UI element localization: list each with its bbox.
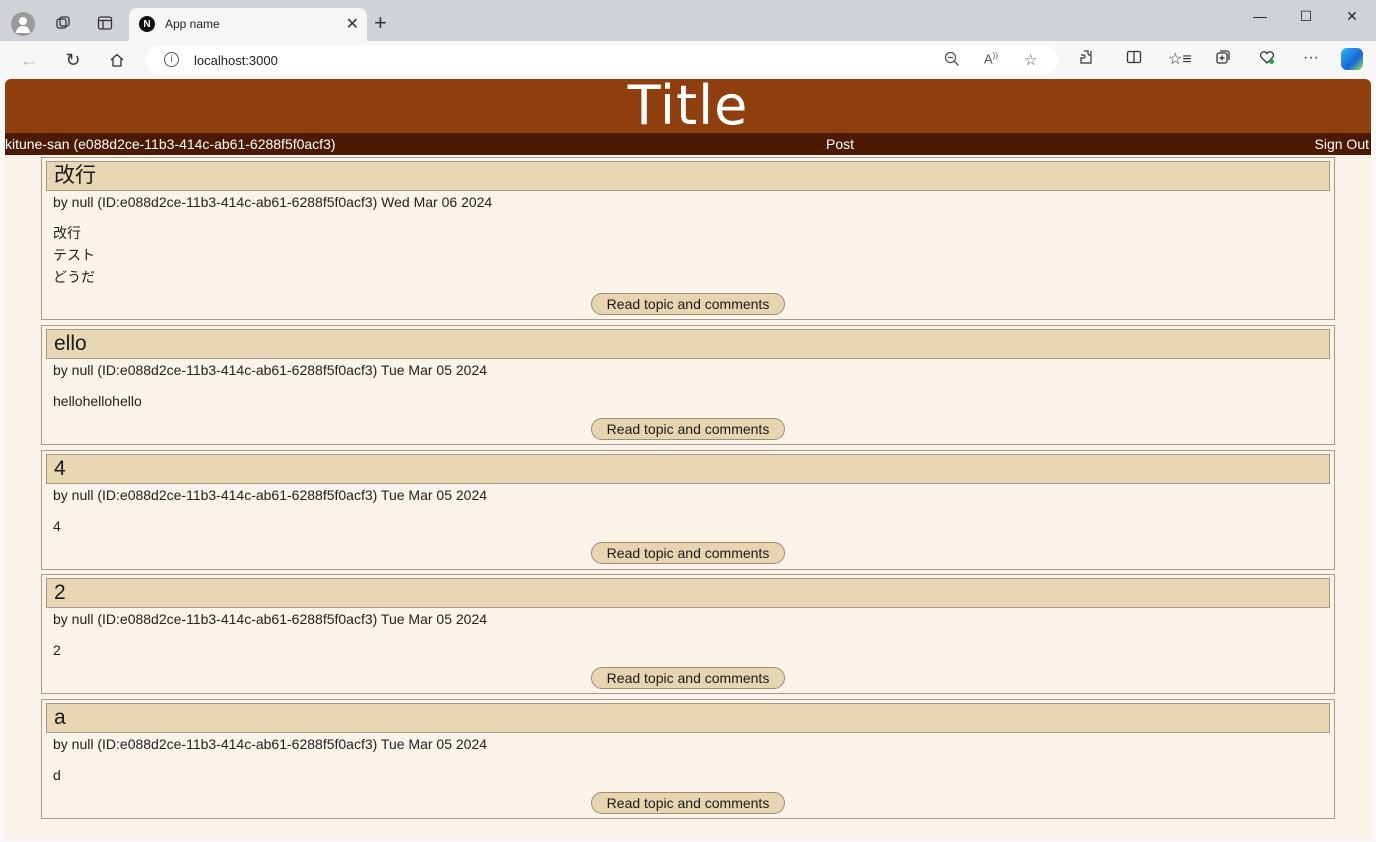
close-window-icon[interactable]: ✕: [1329, 4, 1375, 28]
site-title: Title: [627, 79, 749, 137]
profile-icon[interactable]: [11, 12, 35, 36]
read-topic-button[interactable]: Read topic and comments: [591, 667, 785, 689]
post-title: a: [46, 703, 1330, 733]
post-body: d: [53, 767, 61, 783]
address-url: localhost:3000: [194, 53, 278, 68]
post-meta: by null (ID:e088d2ce-11b3-414c-ab61-6288…: [53, 194, 493, 210]
browser-window: N App name ✕ + — ☐ ✕ ← ↻ i localhost:300…: [0, 0, 1376, 842]
post-title: 改行: [46, 161, 1330, 191]
post-card: ello by null (ID:e088d2ce-11b3-414c-ab61…: [41, 325, 1335, 445]
post-card: 2 by null (ID:e088d2ce-11b3-414c-ab61-62…: [41, 574, 1335, 694]
read-topic-button[interactable]: Read topic and comments: [591, 293, 785, 315]
zoom-out-icon[interactable]: [944, 51, 960, 71]
post-card: a by null (ID:e088d2ce-11b3-414c-ab61-62…: [41, 699, 1335, 819]
site-info-icon[interactable]: i: [164, 52, 179, 67]
browser-toolbar: ← ↻ i localhost:3000 A)) ☆ ☆≡ ···: [0, 41, 1376, 79]
read-aloud-icon[interactable]: A)): [984, 51, 998, 66]
post-title: 4: [46, 454, 1330, 484]
maximize-icon[interactable]: ☐: [1283, 4, 1329, 28]
tab-title: App name: [165, 17, 220, 31]
back-icon[interactable]: ←: [17, 49, 41, 71]
post-card: 4 by null (ID:e088d2ce-11b3-414c-ab61-62…: [41, 450, 1335, 570]
split-screen-icon[interactable]: [1123, 49, 1145, 70]
nextjs-favicon-icon: N: [139, 16, 155, 32]
post-card: 改行 by null (ID:e088d2ce-11b3-414c-ab61-6…: [41, 157, 1335, 320]
extensions-icon[interactable]: [1075, 49, 1097, 70]
vertical-tabs-icon[interactable]: [94, 12, 116, 34]
post-body: hellohellohello: [53, 393, 142, 409]
browser-essentials-icon[interactable]: [1256, 49, 1278, 70]
refresh-icon[interactable]: ↻: [61, 49, 85, 71]
more-options-icon[interactable]: ···: [1300, 49, 1322, 67]
copilot-icon[interactable]: [1341, 48, 1363, 70]
sign-out-link[interactable]: Sign Out: [1315, 133, 1369, 155]
address-bar[interactable]: i localhost:3000 A)) ☆: [146, 45, 1058, 75]
read-topic-button[interactable]: Read topic and comments: [591, 542, 785, 564]
site-header: Title: [5, 79, 1371, 133]
read-topic-button[interactable]: Read topic and comments: [591, 792, 785, 814]
post-body: 4: [53, 518, 61, 534]
minimize-icon[interactable]: —: [1237, 4, 1283, 28]
page-viewport: Title kitune-san (e088d2ce-11b3-414c-ab6…: [5, 79, 1371, 838]
post-link[interactable]: Post: [826, 133, 854, 155]
post-meta: by null (ID:e088d2ce-11b3-414c-ab61-6288…: [53, 736, 488, 752]
home-icon[interactable]: [105, 49, 129, 71]
favorite-star-icon[interactable]: ☆: [1024, 51, 1037, 69]
workspaces-icon[interactable]: [52, 12, 74, 34]
site-navbar: kitune-san (e088d2ce-11b3-414c-ab61-6288…: [5, 133, 1371, 155]
tab-strip: N App name ✕ + — ☐ ✕: [0, 0, 1376, 41]
close-tab-icon[interactable]: ✕: [346, 14, 359, 34]
post-meta: by null (ID:e088d2ce-11b3-414c-ab61-6288…: [53, 487, 488, 503]
post-title: 2: [46, 578, 1330, 608]
new-tab-icon[interactable]: +: [374, 12, 387, 34]
favorites-icon[interactable]: ☆≡: [1168, 49, 1192, 69]
read-topic-button[interactable]: Read topic and comments: [591, 418, 785, 440]
post-meta: by null (ID:e088d2ce-11b3-414c-ab61-6288…: [53, 611, 488, 627]
current-user-label: kitune-san (e088d2ce-11b3-414c-ab61-6288…: [5, 136, 336, 152]
post-body: 改行 テスト どうだ: [53, 225, 95, 285]
browser-tab[interactable]: N App name ✕: [129, 8, 367, 41]
collections-icon[interactable]: [1212, 49, 1234, 70]
post-body: 2: [53, 642, 61, 658]
post-title: ello: [46, 329, 1330, 359]
post-meta: by null (ID:e088d2ce-11b3-414c-ab61-6288…: [53, 362, 488, 378]
